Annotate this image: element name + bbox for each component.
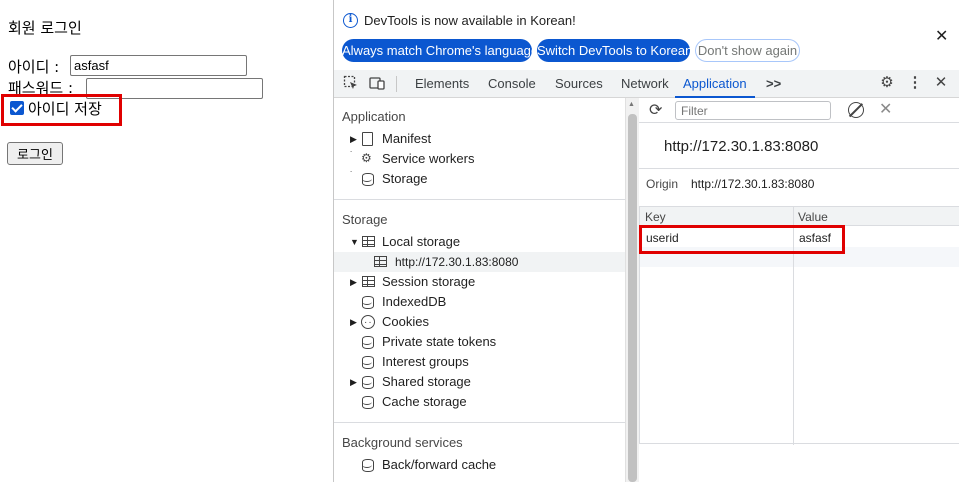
database-icon [362, 376, 374, 389]
device-toolbar-icon[interactable] [369, 75, 385, 91]
info-icon: i [343, 13, 358, 28]
infobar-message: DevTools is now available in Korean! [364, 13, 576, 28]
dont-show-again-button[interactable]: Don't show again [695, 39, 800, 62]
sidebar-item-label: Interest groups [382, 354, 469, 369]
section-background-services-title: Background services [342, 435, 463, 450]
tab-network[interactable]: Network [621, 70, 669, 98]
sidebar-item-manifest[interactable]: ▶ Manifest [334, 129, 625, 149]
devtools-panel: i DevTools is now available in Korean! A… [333, 0, 959, 482]
clear-all-icon[interactable] [848, 102, 864, 118]
table-header: Key Value [640, 207, 959, 226]
expand-caret-icon[interactable]: ▶ [350, 272, 357, 292]
sidebar-item-label: Back/forward cache [382, 457, 497, 472]
storage-toolbar: ⟳ ✕ [639, 98, 959, 123]
close-icon[interactable]: ✕ [935, 26, 948, 46]
highlight-box-userid-row [639, 225, 845, 254]
scrollbar-thumb[interactable] [628, 114, 637, 482]
sidebar-item-label: IndexedDB [382, 294, 447, 309]
database-icon [362, 396, 374, 409]
table-icon [362, 276, 375, 287]
database-icon [362, 356, 374, 369]
database-icon [362, 296, 374, 309]
tab-console[interactable]: Console [488, 70, 536, 98]
sidebar-item-label: Shared storage [382, 374, 471, 389]
origin-row: Origin http://172.30.1.83:8080 [646, 177, 814, 191]
collapse-caret-icon[interactable]: ▼ [350, 232, 359, 252]
web-page: 회원 로그인 아이디 : 패스워드 : 아이디 저장 로그인 [0, 0, 333, 482]
sidebar-item-service-workers[interactable]: ˙ ⚙ Service workers [334, 149, 625, 169]
switch-to-korean-button[interactable]: Switch DevTools to Korean [537, 39, 692, 62]
scroll-up-arrow-icon[interactable]: ▲ [628, 101, 635, 108]
id-input[interactable] [70, 55, 247, 76]
origin-label: Origin [646, 177, 679, 191]
remember-id-checkbox[interactable] [10, 101, 24, 115]
sidebar-item-label: Local storage [382, 234, 461, 249]
section-storage-title: Storage [342, 212, 388, 227]
origin-value: http://172.30.1.83:8080 [691, 177, 815, 191]
more-tabs-chevron-icon[interactable]: >> [766, 70, 781, 98]
section-application-title: Application [342, 109, 406, 124]
storage-view-pane: ⟳ ✕ http://172.30.1.83:8080 Origin http:… [639, 98, 959, 482]
id-label: 아이디 : [8, 58, 60, 76]
sidebar-item-cache-storage[interactable]: Cache storage [334, 392, 625, 412]
sidebar-item-private-state-tokens[interactable]: Private state tokens [334, 332, 625, 352]
gears-icon: ⚙ [361, 151, 372, 165]
tab-application[interactable]: Application [675, 70, 755, 98]
divider [639, 168, 959, 169]
sidebar-item-label: Cookies [382, 314, 429, 329]
language-infobar: i DevTools is now available in Korean! A… [334, 0, 959, 70]
more-options-icon[interactable]: ⋮ [907, 75, 923, 91]
table-icon [362, 236, 375, 247]
expand-caret-icon[interactable]: ▶ [350, 312, 357, 332]
key-value-table: Key Value userid asfasf [639, 206, 959, 445]
remember-id-label[interactable]: 아이디 저장 [28, 98, 102, 119]
application-sidebar: Application ▶ Manifest ˙ ⚙ Service worke… [334, 98, 625, 482]
origin-heading: http://172.30.1.83:8080 [664, 138, 819, 155]
expand-caret-icon: ˙ [350, 170, 353, 180]
inspect-element-icon[interactable] [343, 75, 359, 91]
tab-sources[interactable]: Sources [555, 70, 603, 98]
sidebar-item-label: Cache storage [382, 394, 467, 409]
expand-caret-icon: ˙ [350, 150, 353, 160]
devtools-tabbar: Elements Console Sources Network Applica… [334, 70, 959, 98]
sidebar-item-label: http://172.30.1.83:8080 [395, 255, 519, 269]
settings-gear-icon[interactable]: ⚙ [879, 75, 895, 91]
section-divider [334, 199, 625, 200]
column-header-value[interactable]: Value [798, 210, 828, 224]
document-icon [362, 132, 373, 146]
sidebar-item-label: Storage [382, 171, 428, 186]
always-match-language-button[interactable]: Always match Chrome's language [342, 39, 538, 62]
sidebar-item-label: Manifest [382, 131, 432, 146]
table-icon [374, 256, 387, 267]
sidebar-item-back-forward-cache[interactable]: Back/forward cache [334, 455, 625, 475]
login-button[interactable]: 로그인 [7, 142, 63, 165]
filter-input[interactable] [675, 101, 831, 120]
sidebar-item-shared-storage[interactable]: ▶ Shared storage [334, 372, 625, 392]
database-icon [362, 336, 374, 349]
sidebar-item-label: Private state tokens [382, 334, 497, 349]
database-icon [362, 173, 374, 186]
sidebar-item-label: Session storage [382, 274, 476, 289]
column-header-key[interactable]: Key [645, 210, 666, 224]
database-icon [362, 459, 374, 472]
tab-elements[interactable]: Elements [415, 70, 469, 98]
sidebar-item-session-storage[interactable]: ▶ Session storage [334, 272, 625, 292]
sidebar-item-local-storage[interactable]: ▼ Local storage [334, 232, 625, 252]
sidebar-item-cookies[interactable]: ▶ Cookies [334, 312, 625, 333]
page-title: 회원 로그인 [8, 19, 82, 37]
close-devtools-icon[interactable]: ✕ [933, 75, 949, 91]
toolbar-divider [396, 76, 397, 92]
expand-caret-icon[interactable]: ▶ [350, 372, 357, 392]
sidebar-item-label: Service workers [382, 151, 475, 166]
sidebar-scrollbar[interactable]: ▲ [625, 98, 639, 482]
refresh-icon[interactable]: ⟳ [649, 100, 662, 120]
sidebar-item-indexeddb[interactable]: IndexedDB [334, 292, 625, 312]
delete-selected-icon[interactable]: ✕ [879, 99, 892, 119]
section-divider [334, 422, 625, 423]
sidebar-item-interest-groups[interactable]: Interest groups [334, 352, 625, 372]
sidebar-item-local-storage-origin[interactable]: http://172.30.1.83:8080 [334, 252, 625, 272]
sidebar-item-storage-overview[interactable]: ˙ Storage [334, 169, 625, 189]
cookie-icon [361, 313, 375, 333]
